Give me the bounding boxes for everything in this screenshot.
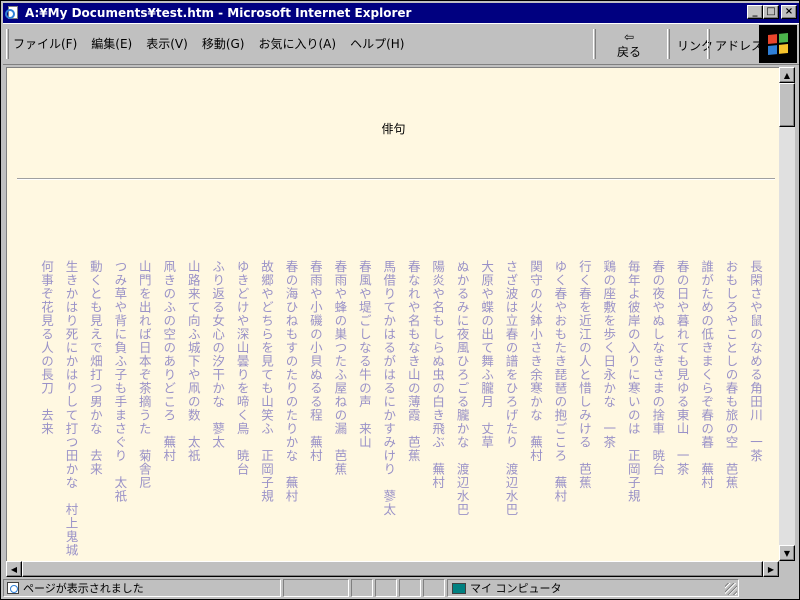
status-message-pane: ページが表示されました (3, 579, 281, 597)
scroll-down-button[interactable]: ▼ (779, 545, 795, 561)
haiku-list: 長閑さや鼠のなめる角田川 一茶 おもしろやことしの春も旅の空 芭蕉 誰がための低きま… (7, 260, 779, 561)
menu-item[interactable]: ファイル(F) (13, 35, 77, 52)
status-bar: ページが表示されました マイ コンピュータ (3, 579, 799, 599)
minimize-button[interactable]: _ (747, 5, 763, 19)
status-pane-4 (375, 579, 397, 597)
horizontal-scrollbar[interactable]: ◀ ▶ (6, 561, 779, 577)
address-grip[interactable] (707, 29, 710, 59)
menubar-grip[interactable] (6, 29, 9, 59)
horizontal-scroll-thumb[interactable] (22, 561, 763, 577)
status-pane-2 (283, 579, 349, 597)
haiku-line: 山路来て向ふ城下や凧の数 太祇 (185, 260, 201, 463)
haiku-line: 凧きのふの空のありどころ 蕪村 (161, 260, 177, 463)
toolbar-grip[interactable] (593, 29, 596, 59)
menu-item[interactable]: ヘルプ(H) (350, 35, 404, 52)
haiku-line: 関守の火鉢小さき余寒かな 蕪村 (527, 260, 543, 463)
haiku-line: ゆく春やおもたき琵琶の抱ごころ 蕪村 (552, 260, 568, 503)
haiku-line: 馬借りてかはるがはるにかすみけり 蓼太 (381, 260, 397, 517)
status-pane-3 (351, 579, 373, 597)
scrollbar-corner (779, 561, 795, 577)
haiku-line: さざ波は立春の譜をひろげたり 渡辺水巴 (503, 260, 519, 517)
window-controls: _ □ × (747, 5, 797, 19)
my-computer-icon (452, 582, 466, 594)
haiku-line: 春の海ひねもすのたりのたりかな 蕪村 (283, 260, 299, 503)
close-button[interactable]: × (781, 5, 797, 19)
ie-page-icon (5, 5, 21, 21)
title-bar[interactable]: A:¥My Documents¥test.htm - Microsoft Int… (3, 3, 799, 23)
page-content: 俳句 長閑さや鼠のなめる角田川 一茶 おもしろやことしの春も旅の空 芭蕉 誰がための… (6, 67, 779, 561)
horizontal-rule (17, 178, 775, 180)
haiku-line: つみ草や背に負ふ子も手まさぐり 太祇 (112, 260, 128, 503)
haiku-line: 大原や蝶の出て舞ふ朧月 丈草 (479, 260, 495, 449)
haiku-line: 鶏の座敷を歩く日永かな 一茶 (601, 260, 617, 449)
haiku-line: 動くとも見えで畑打つ男かな 去来 (87, 260, 103, 476)
haiku-line: 毎年よ彼岸の入りに寒いのは 正岡子規 (625, 260, 641, 503)
resize-grip[interactable] (725, 583, 737, 595)
haiku-line: ゆきどけや深山曇りを啼く鳥 暁台 (234, 260, 250, 476)
address-bar-label[interactable]: アドレス (715, 37, 763, 54)
window-title: A:¥My Documents¥test.htm - Microsoft Int… (25, 6, 412, 20)
menu-item[interactable]: お気に入り(A) (258, 35, 336, 52)
status-pane-6 (423, 579, 445, 597)
haiku-line: 長閑さや鼠のなめる角田川 一茶 (748, 260, 763, 463)
haiku-line: 春の日や暮れても見ゆる東山 一茶 (674, 260, 690, 476)
page-heading: 俳句 (381, 122, 406, 136)
menu-item[interactable]: 移動(G) (202, 35, 245, 52)
haiku-line: 何事ぞ花見る人の長刀 去来 (39, 260, 54, 436)
toolbar-band: ファイル(F) 編集(E) 表示(V) 移動(G) お気に入り(A) ヘルプ(H) ⇦ 戻… (3, 23, 799, 65)
haiku-line: 春雨や小磯の小貝ぬるる程 蕪村 (307, 260, 323, 463)
back-arrow-icon: ⇦ (623, 29, 635, 44)
haiku-line: 陽炎や名もしらぬ虫の白き飛ぶ 蕪村 (430, 260, 446, 490)
haiku-line: 山門を出れば日本ぞ茶摘うた 菊舎尼 (136, 260, 152, 490)
security-zone: マイ コンピュータ (470, 582, 562, 595)
haiku-line: ふり返る女心の汐干かな 蓼太 (210, 260, 226, 449)
vertical-scrollbar[interactable]: ▲ ▼ (779, 67, 795, 561)
vertical-scroll-thumb[interactable] (779, 83, 795, 127)
status-message: ページが表示されました (23, 582, 144, 595)
haiku-line: おもしろやことしの春も旅の空 芭蕉 (723, 260, 739, 490)
haiku-line: 行く春を近江の人と惜しみける 芭蕉 (576, 260, 592, 490)
browser-window: A:¥My Documents¥test.htm - Microsoft Int… (0, 0, 800, 600)
haiku-line: 故郷やどちらを見ても山笑ふ 正岡子規 (259, 260, 275, 503)
windows-logo-throbber (759, 25, 797, 63)
back-label: 戻る (616, 44, 641, 59)
haiku-line: ぬかるみに夜風ひろごる朧かな 渡辺水巴 (454, 260, 470, 517)
haiku-line: 誰がための低きまくらぞ春の暮 蕪村 (699, 260, 715, 490)
scroll-up-button[interactable]: ▲ (779, 67, 795, 83)
maximize-button[interactable]: □ (763, 5, 779, 19)
status-zone-pane: マイ コンピュータ (447, 579, 739, 597)
windows-flag-icon (768, 32, 788, 56)
haiku-line: 春の夜やぬしなきさまの捨車 暁台 (650, 260, 666, 476)
menu-item[interactable]: 編集(E) (91, 35, 132, 52)
haiku-line: 春雨や蜂の巣つたふ屋ねの漏 芭蕉 (332, 260, 348, 476)
haiku-line: 生きかはり死にかはりして打つ田かな 村上鬼城 (63, 260, 79, 557)
menu-bar: ファイル(F) 編集(E) 表示(V) 移動(G) お気に入り(A) ヘルプ(H) (13, 35, 404, 52)
page-done-icon (7, 582, 19, 594)
menu-item[interactable]: 表示(V) (146, 35, 188, 52)
haiku-line: 春風や堤ごしなる牛の声 来山 (356, 260, 372, 449)
status-pane-5 (399, 579, 421, 597)
scroll-right-button[interactable]: ▶ (763, 561, 779, 577)
back-button[interactable]: ⇦ 戻る (607, 28, 651, 62)
links-grip[interactable] (667, 29, 670, 59)
scroll-left-button[interactable]: ◀ (6, 561, 22, 577)
haiku-line: 春なれや名もなき山の薄霞 芭蕉 (405, 260, 421, 463)
